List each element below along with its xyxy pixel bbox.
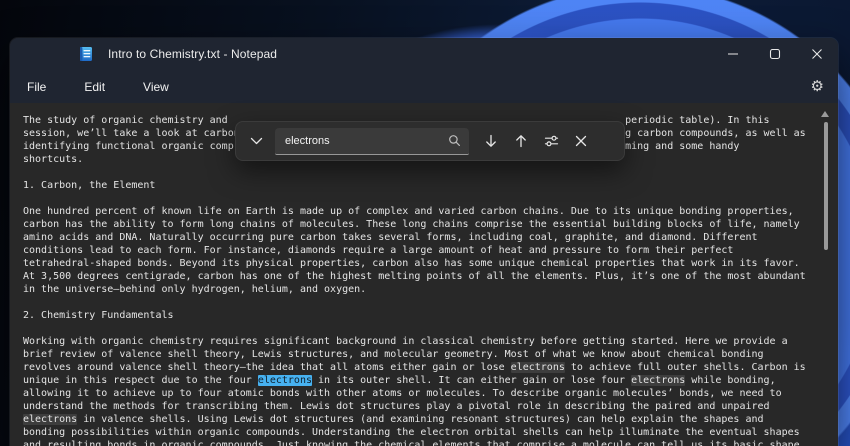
find-match-highlight: electrons [23,414,77,425]
find-close-button[interactable] [566,127,596,155]
text-line [23,166,838,179]
close-button[interactable] [796,38,838,70]
editor-lines: The study of organic chemistry and perio… [23,114,838,446]
titlebar[interactable]: Intro to Chemistry.txt - Notepad [10,38,838,70]
text-line: tetrahedral-shaped bonds. Beyond its phy… [23,257,838,270]
text-line [23,322,838,335]
text-line: revolves around valence shell theory—the… [23,361,838,374]
find-options-button[interactable] [536,127,566,155]
sliders-icon [544,134,559,148]
notepad-window: Intro to Chemistry.txt - Notepad Fil [10,38,838,446]
notepad-app-icon [78,46,94,62]
maximize-icon [769,48,781,60]
scrollbar-thumb[interactable] [824,122,828,250]
window-controls [712,38,838,70]
settings-gear-icon[interactable]: ⚙ [807,77,828,96]
text-line: electrons in valence shells. Using Lewis… [23,413,838,426]
text-line: unique in this respect due to the four e… [23,374,838,387]
find-match-highlight: electrons [631,375,685,386]
text-line: At 3,500 degrees centigrade, carbon has … [23,270,838,283]
find-bar [235,121,625,161]
text-line: in the universe—behind only hydrogen, he… [23,283,838,296]
find-expand-button[interactable] [241,127,271,155]
minimize-button[interactable] [712,38,754,70]
chevron-down-icon [250,137,263,146]
find-input[interactable] [283,134,448,148]
text-line: 2. Chemistry Fundamentals [23,309,838,322]
menu-view[interactable]: View [139,77,173,97]
find-next-button[interactable] [476,127,506,155]
text-line: allowing it to achieve up to four atomic… [23,387,838,400]
minimize-icon [727,48,739,60]
text-line: 1. Carbon, the Element [23,179,838,192]
scrollbar-up-arrow-icon[interactable] [821,111,829,117]
find-previous-button[interactable] [506,127,536,155]
text-line: understand the methods for transcribing … [23,400,838,413]
text-line: brief review of valence shell theory, Le… [23,348,838,361]
search-icon [448,134,461,147]
arrow-up-icon [514,134,528,148]
text-line: Working with organic chemistry requires … [23,335,838,348]
arrow-down-icon [484,134,498,148]
maximize-button[interactable] [754,38,796,70]
text-line: One hundred percent of known life on Ear… [23,205,838,218]
window-title: Intro to Chemistry.txt - Notepad [108,47,277,61]
text-line: carbon has the ability to form long chai… [23,218,838,231]
menu-file[interactable]: File [23,77,50,97]
text-line [23,192,838,205]
find-match-highlight: electrons [511,362,565,373]
find-active-match-highlight: electrons [258,375,312,386]
close-icon [811,48,823,60]
text-line: amino acids and DNA. Naturally occurring… [23,231,838,244]
menu-edit[interactable]: Edit [80,77,109,97]
menu-bar: File Edit View ⚙ [10,70,838,103]
close-icon [575,135,587,147]
text-line [23,296,838,309]
text-line: bonding possibilities within organic com… [23,426,838,439]
text-line: and resulting bonds in organic compounds… [23,439,838,446]
text-line: conditions lead to each form. For instan… [23,244,838,257]
find-input-field[interactable] [275,128,469,155]
